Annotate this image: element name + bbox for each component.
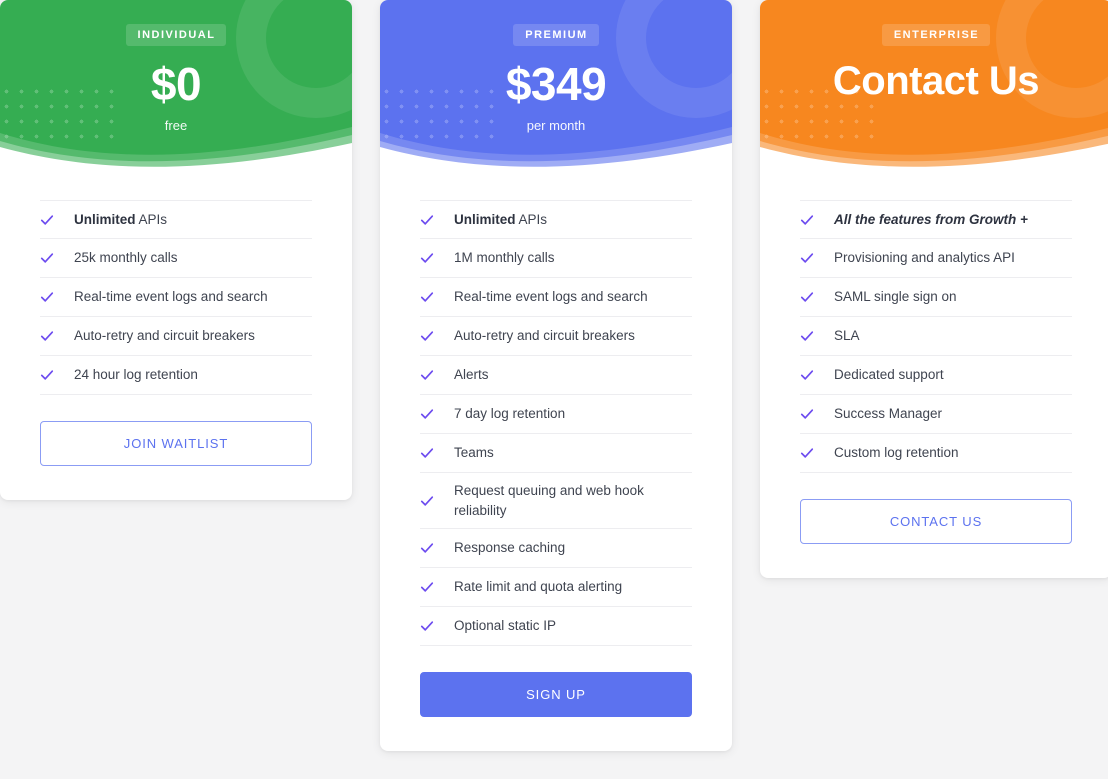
feature-list-premium: Unlimited APIs 1M monthly calls Real-time …: [420, 200, 692, 647]
card-header-premium: PREMIUM $349 per month: [380, 0, 732, 168]
feature-item: Real-time event logs and search: [40, 278, 312, 317]
feature-item: Custom log retention: [800, 434, 1072, 473]
feature-label: Real-time event logs and search: [454, 289, 648, 305]
plan-badge: PREMIUM: [513, 24, 599, 46]
card-header-individual: INDIVIDUAL $0 free: [0, 0, 352, 168]
feature-item: Auto-retry and circuit breakers: [40, 317, 312, 356]
check-icon: [420, 370, 434, 380]
feature-label: Provisioning and analytics API: [834, 250, 1015, 266]
feature-label: Request queuing and web hook reliability: [454, 483, 644, 518]
feature-label: Alerts: [454, 367, 489, 383]
contact-us-button[interactable]: CONTACT US: [800, 499, 1072, 544]
feature-item: Unlimited APIs: [40, 200, 312, 239]
feature-item: Unlimited APIs: [420, 200, 692, 239]
feature-item: 7 day log retention: [420, 395, 692, 434]
feature-label: Rate limit and quota alerting: [454, 579, 623, 595]
feature-label: Auto-retry and circuit breakers: [74, 328, 255, 344]
feature-item: Rate limit and quota alerting: [420, 568, 692, 608]
feature-label: Custom log retention: [834, 445, 959, 461]
card-body-premium: Unlimited APIs 1M monthly calls Real-time …: [380, 168, 732, 751]
check-icon: [800, 448, 814, 458]
plan-price: $349: [505, 58, 607, 110]
plan-badge: ENTERPRISE: [881, 24, 991, 46]
feature-label: 7 day log retention: [454, 406, 566, 422]
header-content: INDIVIDUAL $0 free: [0, 0, 352, 133]
plan-badge: INDIVIDUAL: [125, 24, 227, 46]
feature-item: SAML single sign on: [800, 278, 1072, 317]
check-icon: [800, 409, 814, 419]
feature-item: Response caching: [420, 529, 692, 569]
feature-item: 1M monthly calls: [420, 239, 692, 278]
check-icon: [420, 543, 434, 553]
feature-item: Dedicated support: [800, 356, 1072, 395]
feature-list-enterprise: All the features from Growth + Provisioni…: [800, 200, 1072, 473]
check-icon: [420, 253, 434, 263]
feature-item: Provisioning and analytics API: [800, 239, 1072, 278]
feature-item: Real-time event logs and search: [420, 278, 692, 317]
feature-label: Unlimited APIs: [74, 211, 168, 227]
wave-decoration-icon: [760, 127, 1108, 168]
check-icon: [420, 621, 434, 631]
feature-label: Teams: [454, 445, 494, 461]
feature-item: Alerts: [420, 356, 692, 395]
feature-item: Success Manager: [800, 395, 1072, 434]
feature-item: SLA: [800, 317, 1072, 356]
sign-up-button[interactable]: SIGN UP: [420, 672, 692, 718]
feature-item: Auto-retry and circuit breakers: [420, 317, 692, 356]
feature-item: 24 hour log retention: [40, 356, 312, 395]
pricing-card-enterprise: ENTERPRISE Contact Us All the features f…: [760, 0, 1108, 578]
feature-item: All the features from Growth +: [800, 200, 1072, 239]
feature-label: 25k monthly calls: [74, 250, 178, 266]
plan-period: free: [164, 118, 188, 134]
check-icon: [800, 331, 814, 341]
check-icon: [40, 292, 54, 302]
plan-period: per month: [526, 118, 586, 134]
check-icon: [420, 331, 434, 341]
pricing-card-premium: PREMIUM $349 per month Unlimited APIs 1M …: [380, 0, 732, 752]
feature-item: Request queuing and web hook reliability: [420, 473, 692, 530]
check-icon: [420, 409, 434, 419]
check-icon: [420, 448, 434, 458]
feature-label: SLA: [834, 328, 860, 344]
check-icon: [40, 253, 54, 263]
plan-price: Contact Us: [832, 59, 1040, 103]
check-icon: [420, 292, 434, 302]
check-icon: [800, 370, 814, 380]
feature-label: Success Manager: [834, 406, 943, 422]
feature-label: Dedicated support: [834, 367, 944, 383]
feature-item: 25k monthly calls: [40, 239, 312, 278]
check-icon: [420, 495, 434, 506]
feature-label: Response caching: [454, 540, 566, 556]
card-body-enterprise: All the features from Growth + Provisioni…: [760, 168, 1108, 578]
pricing-card-individual: INDIVIDUAL $0 free Unlimited APIs 25k mon…: [0, 0, 352, 500]
feature-label: Unlimited APIs: [454, 211, 548, 227]
check-icon: [800, 214, 814, 225]
feature-list-individual: Unlimited APIs 25k monthly calls Real-time…: [40, 200, 312, 395]
feature-label: Real-time event logs and search: [74, 289, 268, 305]
header-content: ENTERPRISE Contact Us: [760, 0, 1108, 102]
join-waitlist-button[interactable]: JOIN WAITLIST: [40, 421, 312, 466]
check-icon: [40, 331, 54, 341]
card-body-individual: Unlimited APIs 25k monthly calls Real-time…: [0, 168, 352, 500]
feature-item: Optional static IP: [420, 607, 692, 647]
feature-label: Optional static IP: [454, 618, 557, 634]
feature-label: All the features from Growth +: [834, 211, 1028, 227]
check-icon: [420, 582, 434, 592]
feature-label: SAML single sign on: [834, 289, 957, 305]
feature-label: Auto-retry and circuit breakers: [454, 328, 635, 344]
check-icon: [800, 253, 814, 263]
check-icon: [420, 214, 434, 225]
check-icon: [40, 214, 54, 225]
header-content: PREMIUM $349 per month: [380, 0, 732, 133]
plan-price: $0: [150, 58, 202, 110]
feature-label: 24 hour log retention: [74, 367, 198, 383]
check-icon: [40, 370, 54, 380]
check-icon: [800, 292, 814, 302]
feature-item: Teams: [420, 434, 692, 473]
pricing-plans-row: INDIVIDUAL $0 free Unlimited APIs 25k mon…: [0, 0, 1108, 779]
card-header-enterprise: ENTERPRISE Contact Us: [760, 0, 1108, 168]
feature-label: 1M monthly calls: [454, 250, 555, 266]
